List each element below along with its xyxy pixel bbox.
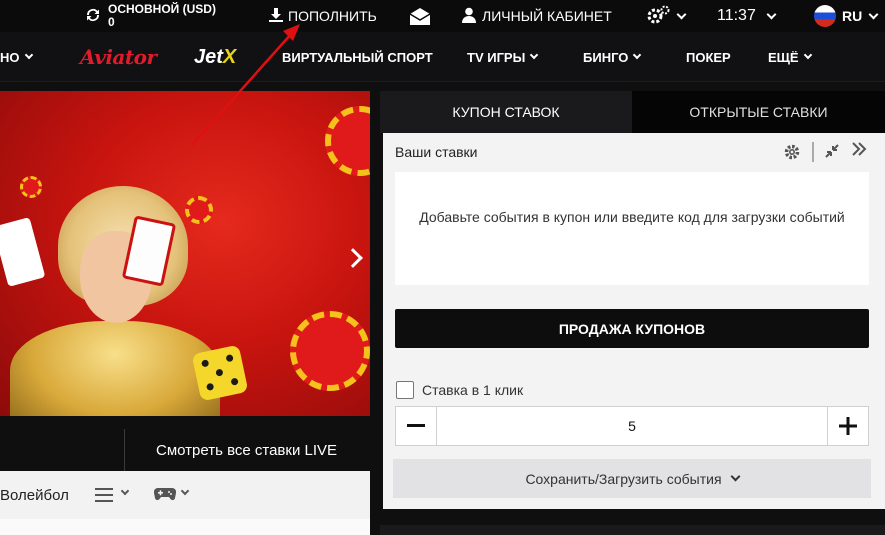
one-click-bet-label: Ставка в 1 клик — [422, 382, 524, 398]
tab-bet-slip[interactable]: КУПОН СТАВОК — [380, 91, 632, 133]
settings-icon — [646, 5, 670, 28]
nav-item-aviator[interactable]: Aviator — [80, 32, 157, 82]
save-load-label: Сохранить/Загрузить события — [525, 470, 722, 487]
nav-item-virtual-sport[interactable]: ВИРТУАЛЬНЫЙ СПОРТ — [282, 32, 433, 82]
balance-label: ОСНОВНОЙ (USD) — [108, 2, 216, 16]
events-list-header — [0, 519, 370, 535]
chevron-right-icon[interactable] — [343, 248, 363, 268]
nav-item-poker[interactable]: ПОКЕР — [686, 32, 731, 82]
jetx-logo-jet: Jet — [194, 45, 223, 68]
aviator-logo: Aviator — [80, 45, 157, 69]
casino-chip — [185, 196, 213, 224]
list-icon[interactable] — [95, 488, 113, 502]
download-icon — [268, 7, 284, 26]
nav-item-bingo[interactable]: БИНГО — [583, 32, 642, 82]
sell-coupons-button[interactable]: ПРОДАЖА КУПОНОВ — [395, 309, 869, 348]
banner-figure-dress — [10, 321, 220, 416]
stake-input[interactable]: 5 — [437, 407, 827, 445]
chevron-down-icon — [633, 50, 642, 60]
chevron-down-icon — [676, 9, 687, 19]
casino-chip — [20, 176, 42, 198]
balance-value: 0 — [108, 15, 115, 29]
nav-item-truncated[interactable]: НО — [0, 32, 33, 82]
compress-icon[interactable] — [825, 144, 839, 161]
cabinet-button[interactable]: ЛИЧНЫЙ КАБИНЕТ — [462, 0, 612, 32]
clock-menu[interactable]: 11:37 — [717, 0, 777, 32]
collapse-icon[interactable] — [851, 141, 867, 162]
settings-menu[interactable] — [646, 0, 687, 32]
divider — [124, 429, 125, 471]
nav-label: ВИРТУАЛЬНЫЙ СПОРТ — [282, 49, 433, 65]
one-click-bet-checkbox[interactable] — [396, 381, 414, 399]
nav-label: TV ИГРЫ — [467, 49, 526, 65]
gear-icon[interactable] — [783, 143, 801, 166]
nav-label: БИНГО — [583, 49, 629, 65]
balance-widget[interactable]: ОСНОВНОЙ (USD) 0 — [84, 0, 216, 32]
deposit-button[interactable]: ПОПОЛНИТЬ — [268, 0, 377, 32]
divider — [812, 142, 814, 162]
stake-stepper: 5 — [395, 406, 869, 446]
chevron-down-icon — [730, 471, 740, 482]
dice — [191, 344, 249, 402]
tab-open-bets[interactable]: ОТКРЫТЫЕ СТАВКИ — [632, 91, 885, 133]
top-bar: ОСНОВНОЙ (USD) 0 ПОПОЛНИТЬ ЛИЧНЫЙ КАБИНЕ… — [0, 0, 885, 32]
nav-label: НО — [0, 49, 20, 65]
cabinet-label: ЛИЧНЫЙ КАБИНЕТ — [482, 8, 612, 24]
bet-slip-title: Ваши ставки — [395, 144, 478, 160]
promo-banner[interactable] — [0, 91, 370, 416]
deposit-label: ПОПОЛНИТЬ — [288, 8, 377, 24]
nav-item-jetx[interactable]: Jet X — [194, 32, 236, 82]
nav-label: ПОКЕР — [686, 49, 731, 65]
panel-footer — [380, 525, 885, 535]
sport-tab-volleyball[interactable]: Волейбол — [0, 487, 69, 504]
nav-item-tv-games[interactable]: TV ИГРЫ — [467, 32, 539, 82]
language-label: RU — [842, 8, 863, 24]
jetx-logo-x: X — [222, 45, 237, 68]
nav-item-more[interactable]: ЕЩЁ — [768, 32, 812, 82]
chevron-down-icon — [803, 50, 812, 60]
live-bets-link[interactable]: Смотреть все ставки LIVE — [156, 442, 337, 459]
save-load-events-button[interactable]: Сохранить/Загрузить события — [393, 459, 871, 498]
gamepad-icon[interactable] — [153, 487, 177, 506]
nav-label: ЕЩЁ — [768, 49, 799, 65]
flag-ru-icon — [814, 5, 836, 27]
plus-button[interactable] — [827, 407, 868, 445]
bet-slip-empty-box — [395, 172, 869, 285]
coupon-tabs: КУПОН СТАВОК ОТКРЫТЫЕ СТАВКИ — [380, 91, 885, 133]
casino-chip — [325, 106, 370, 176]
main-nav: НО Aviator Jet X ВИРТУАЛЬНЫЙ СПОРТ TV ИГР… — [0, 32, 885, 82]
chevron-down-icon — [868, 9, 879, 19]
chevron-down-icon — [530, 50, 539, 60]
language-menu[interactable]: RU — [814, 0, 879, 32]
casino-chip — [290, 311, 370, 391]
chevron-down-icon — [24, 50, 33, 60]
mail-icon[interactable] — [408, 0, 432, 32]
user-icon — [462, 7, 476, 26]
minus-button[interactable] — [396, 407, 437, 445]
chevron-down-icon — [766, 9, 777, 19]
clock-time: 11:37 — [717, 7, 756, 24]
refresh-icon[interactable] — [84, 6, 102, 27]
bet-slip-empty-message: Добавьте события в купон или введите код… — [419, 209, 845, 225]
playing-card — [0, 217, 46, 287]
